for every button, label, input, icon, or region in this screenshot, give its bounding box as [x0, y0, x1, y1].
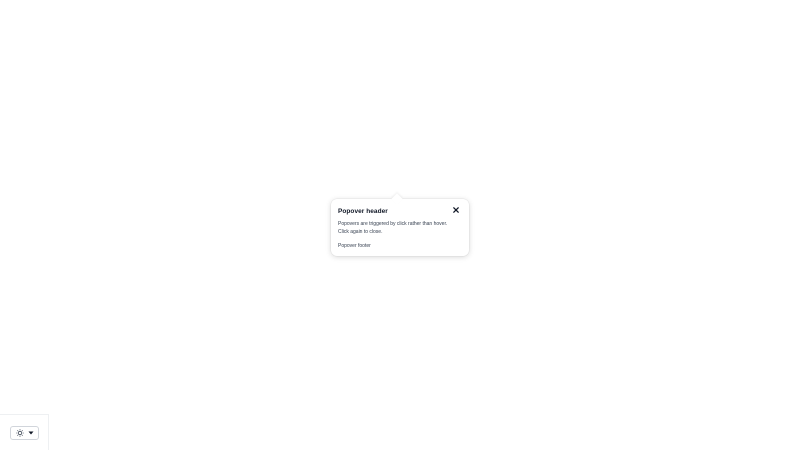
page-canvas: Popover header Popovers are triggered by…	[0, 0, 800, 450]
popover-body: Popovers are triggered by click rather t…	[338, 221, 448, 235]
popover-header: Popover header	[338, 199, 459, 219]
close-button[interactable]	[451, 205, 461, 215]
caret-down-icon	[28, 431, 33, 435]
theme-panel	[0, 414, 49, 450]
sun-icon	[15, 429, 24, 437]
close-icon	[453, 207, 459, 213]
popover-title: Popover header	[338, 207, 388, 215]
popover-footer: Popover footer	[338, 243, 371, 249]
popover: Popover header Popovers are triggered by…	[331, 193, 469, 256]
theme-toggle-button[interactable]	[10, 426, 39, 440]
